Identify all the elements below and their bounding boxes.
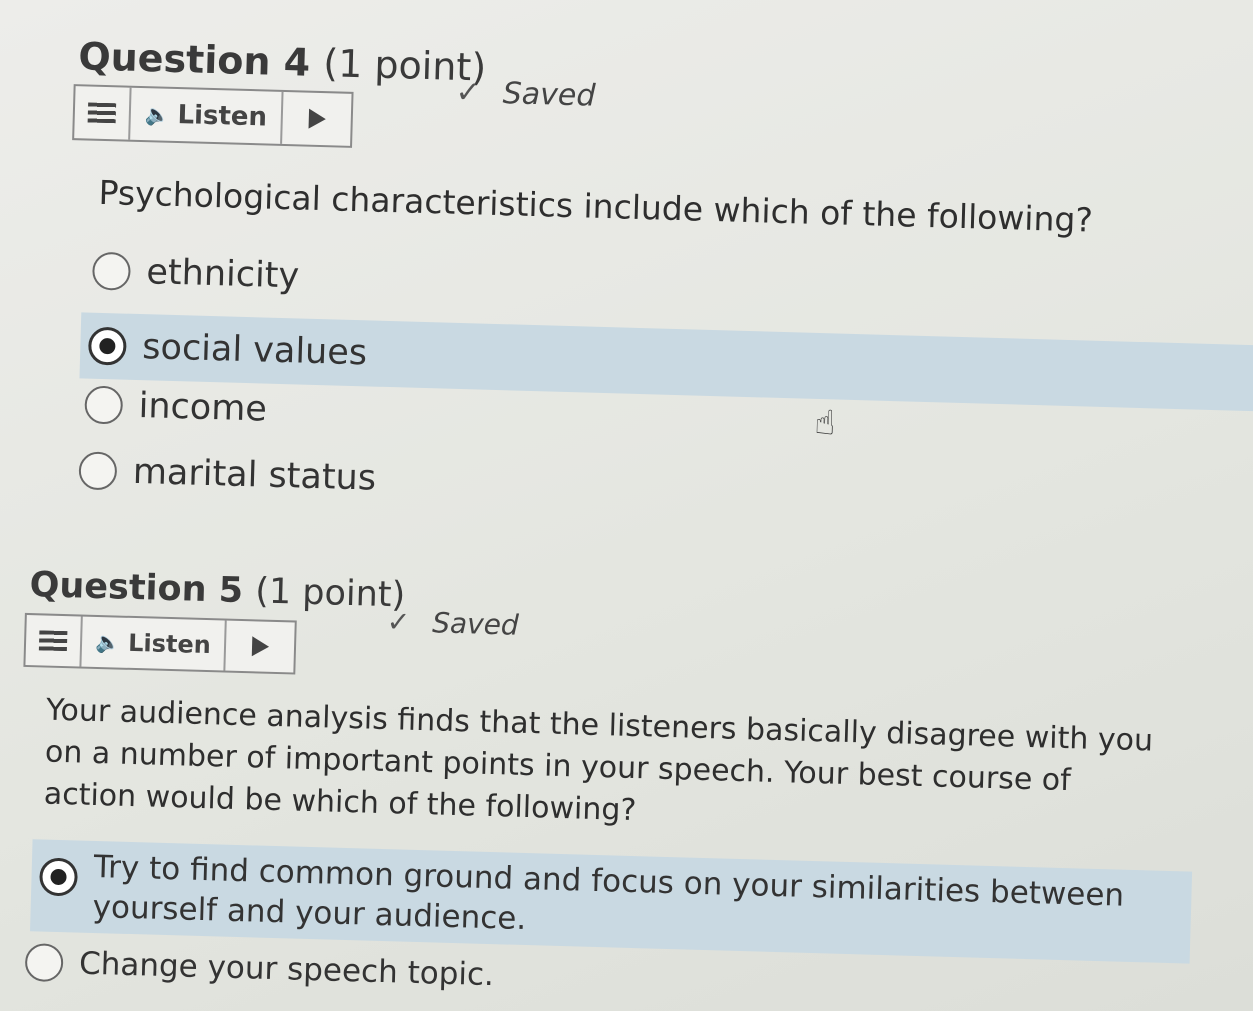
option-label: social values (141, 327, 368, 374)
option-label: income (138, 386, 268, 430)
question-4-menu-button[interactable] (74, 86, 132, 140)
radio-button[interactable] (78, 451, 118, 491)
question-4-heading: Question 4 (77, 34, 311, 85)
question-4-listen-button[interactable]: 🔈 Listen (130, 87, 284, 144)
menu-icon (87, 102, 117, 124)
option-label: Try to find common ground and focus on y… (92, 848, 1125, 938)
question-4-option-ethnicity[interactable]: ethnicity (91, 251, 300, 297)
question-5-play-button[interactable] (225, 621, 294, 673)
play-icon (251, 636, 269, 657)
menu-icon (38, 630, 68, 652)
question-4-text: Psychological characteristics include wh… (98, 172, 1094, 240)
question-4-listen-toolbar: 🔈 Listen (72, 84, 354, 148)
check-icon: ✓ (455, 74, 482, 111)
question-4-title: Question 4 (1 point) (78, 34, 487, 89)
hand-cursor-icon: ☝ (813, 402, 836, 444)
option-label: Change your speech topic. (78, 945, 495, 994)
question-4-saved-label: Saved (502, 76, 596, 114)
question-5-listen-button[interactable]: 🔈 Listen (81, 616, 227, 671)
radio-button[interactable] (24, 943, 64, 983)
question-5-option-change-topic[interactable]: Change your speech topic. (24, 943, 495, 994)
question-5-saved-status: ✓ Saved (386, 605, 519, 642)
question-4-listen-label: Listen (177, 100, 268, 133)
question-5-heading: Question 5 (29, 565, 244, 612)
radio-button[interactable] (91, 251, 131, 291)
radio-button-selected[interactable] (39, 857, 79, 897)
play-icon (308, 108, 326, 130)
quiz-page: Question 4 (1 point) ✓ Saved 🔈 Listen Psy… (0, 0, 1253, 1011)
question-5-text: Your audience analysis finds that the li… (43, 692, 1154, 829)
question-5-saved-label: Saved (431, 606, 520, 642)
question-4-option-marital-status[interactable]: marital status (78, 450, 377, 499)
radio-button[interactable] (84, 385, 124, 425)
speaker-icon: 🔈 (94, 629, 121, 655)
option-label: marital status (132, 451, 377, 499)
question-4-play-button[interactable] (282, 92, 351, 146)
speaker-icon: 🔈 (144, 102, 170, 127)
question-5-listen-toolbar: 🔈 Listen (23, 612, 297, 675)
check-icon: ✓ (386, 605, 411, 639)
question-5-points: (1 point) (254, 571, 406, 616)
question-5-option-common-ground[interactable]: Try to find common ground and focus on y… (30, 839, 1193, 964)
quiz-content: Question 4 (1 point) ✓ Saved 🔈 Listen Psy… (0, 0, 1253, 1011)
question-4-saved-status: ✓ Saved (455, 75, 596, 114)
question-4-option-income[interactable]: income (84, 385, 267, 430)
question-5-listen-label: Listen (127, 628, 212, 660)
radio-button-selected[interactable] (87, 326, 127, 366)
option-label: ethnicity (145, 252, 300, 297)
question-5-title: Question 5 (1 point) (29, 565, 406, 615)
question-5-menu-button[interactable] (25, 614, 83, 667)
